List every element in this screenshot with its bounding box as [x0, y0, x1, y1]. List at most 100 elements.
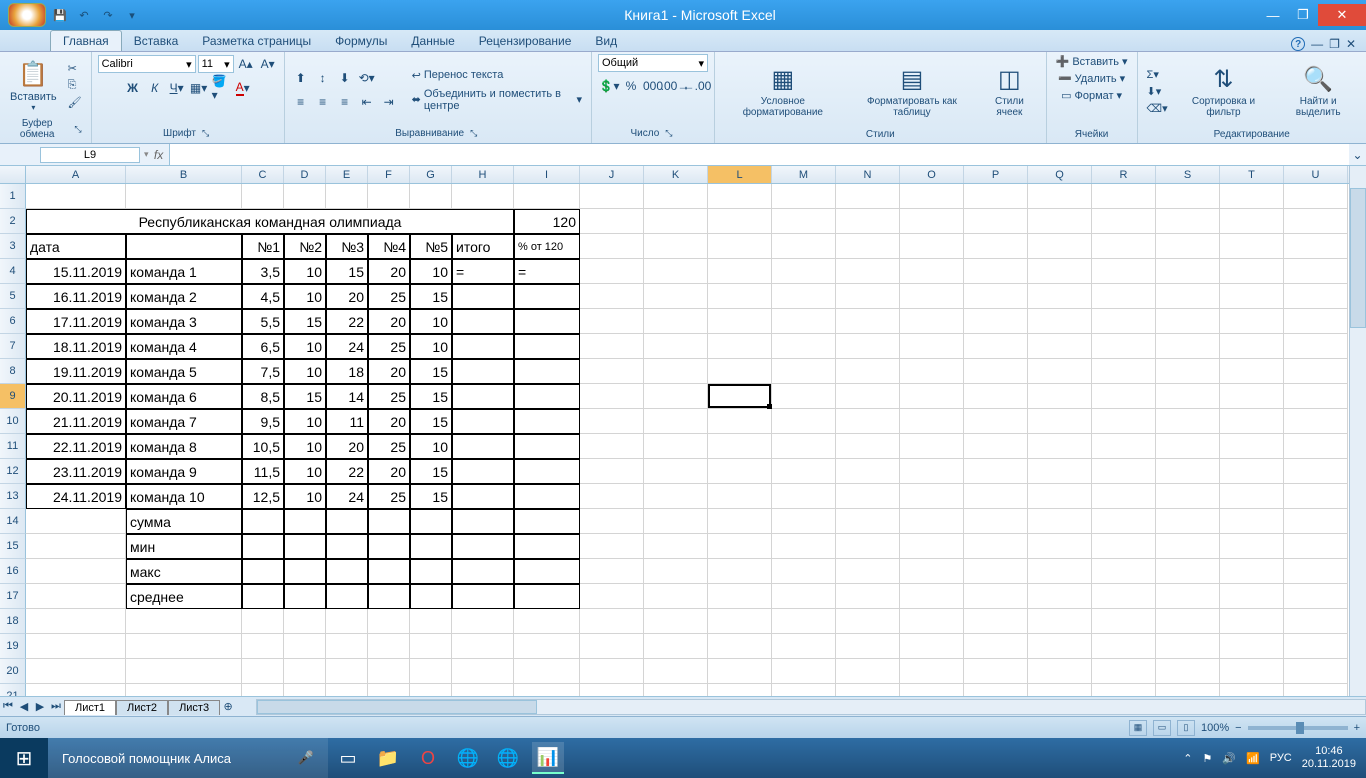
zoom-slider[interactable]: [1248, 726, 1348, 730]
row-header-20[interactable]: 20: [0, 659, 26, 684]
cell-I7[interactable]: [514, 334, 580, 359]
opera-icon[interactable]: O: [412, 742, 444, 774]
cell-T19[interactable]: [1220, 634, 1284, 659]
cell-T20[interactable]: [1220, 659, 1284, 684]
cell-Q6[interactable]: [1028, 309, 1092, 334]
cell-A9[interactable]: 20.11.2019: [26, 384, 126, 409]
sheet-tab-2[interactable]: Лист2: [116, 700, 168, 715]
cell-S4[interactable]: [1156, 259, 1220, 284]
cell-R16[interactable]: [1092, 559, 1156, 584]
cell-R13[interactable]: [1092, 484, 1156, 509]
zoom-in-button[interactable]: +: [1354, 722, 1360, 734]
cell-M19[interactable]: [772, 634, 836, 659]
cell-P6[interactable]: [964, 309, 1028, 334]
cell-T4[interactable]: [1220, 259, 1284, 284]
align-left-button[interactable]: ≡: [291, 92, 311, 112]
cell-A21[interactable]: [26, 684, 126, 696]
expand-formula-bar[interactable]: ⌄: [1349, 148, 1366, 162]
redo-icon[interactable]: ↷: [98, 5, 118, 25]
cell-D14[interactable]: [284, 509, 326, 534]
cell-F19[interactable]: [368, 634, 410, 659]
cell-I1[interactable]: [514, 184, 580, 209]
horizontal-scrollbar[interactable]: [256, 699, 1366, 715]
cell-T8[interactable]: [1220, 359, 1284, 384]
cell-C19[interactable]: [242, 634, 284, 659]
close-button[interactable]: ✕: [1318, 4, 1366, 26]
row-header-13[interactable]: 13: [0, 484, 26, 509]
cell-L10[interactable]: [708, 409, 772, 434]
cell-D1[interactable]: [284, 184, 326, 209]
cell-G7[interactable]: 10: [410, 334, 452, 359]
cell-J2[interactable]: [580, 209, 644, 234]
tab-home[interactable]: Главная: [50, 30, 122, 51]
cell-P10[interactable]: [964, 409, 1028, 434]
format-painter-button[interactable]: 🖌: [65, 95, 85, 110]
cell-T18[interactable]: [1220, 609, 1284, 634]
cell-U6[interactable]: [1284, 309, 1348, 334]
cell-O19[interactable]: [900, 634, 964, 659]
cell-L6[interactable]: [708, 309, 772, 334]
cell-P15[interactable]: [964, 534, 1028, 559]
cell-O12[interactable]: [900, 459, 964, 484]
cell-O6[interactable]: [900, 309, 964, 334]
row-header-12[interactable]: 12: [0, 459, 26, 484]
cell-R9[interactable]: [1092, 384, 1156, 409]
cell-T12[interactable]: [1220, 459, 1284, 484]
cell-P19[interactable]: [964, 634, 1028, 659]
cell-J17[interactable]: [580, 584, 644, 609]
cell-U21[interactable]: [1284, 684, 1348, 696]
cell-R17[interactable]: [1092, 584, 1156, 609]
cell-T15[interactable]: [1220, 534, 1284, 559]
cell-E9[interactable]: 14: [326, 384, 368, 409]
cell-K15[interactable]: [644, 534, 708, 559]
column-header-M[interactable]: M: [772, 166, 836, 183]
row-header-6[interactable]: 6: [0, 309, 26, 334]
cell-K18[interactable]: [644, 609, 708, 634]
cell-O21[interactable]: [900, 684, 964, 696]
cell-B10[interactable]: команда 7: [126, 409, 242, 434]
cell-L4[interactable]: [708, 259, 772, 284]
cell-B4[interactable]: команда 1: [126, 259, 242, 284]
cell-N6[interactable]: [836, 309, 900, 334]
cell-H1[interactable]: [452, 184, 514, 209]
cell-D15[interactable]: [284, 534, 326, 559]
cell-Q13[interactable]: [1028, 484, 1092, 509]
tray-network-icon[interactable]: 📶: [1246, 752, 1260, 765]
cell-L7[interactable]: [708, 334, 772, 359]
excel-taskbar-icon[interactable]: 📊: [532, 742, 564, 774]
row-header-19[interactable]: 19: [0, 634, 26, 659]
cell-Q8[interactable]: [1028, 359, 1092, 384]
cell-U11[interactable]: [1284, 434, 1348, 459]
cell-D7[interactable]: 10: [284, 334, 326, 359]
cell-N18[interactable]: [836, 609, 900, 634]
cell-K4[interactable]: [644, 259, 708, 284]
cell-E8[interactable]: 18: [326, 359, 368, 384]
delete-cells-button[interactable]: ➖Удалить▾: [1055, 71, 1128, 86]
cell-P2[interactable]: [964, 209, 1028, 234]
cell-H8[interactable]: [452, 359, 514, 384]
cell-K16[interactable]: [644, 559, 708, 584]
cell-E20[interactable]: [326, 659, 368, 684]
cell-I21[interactable]: [514, 684, 580, 696]
cell-D19[interactable]: [284, 634, 326, 659]
cell-Q7[interactable]: [1028, 334, 1092, 359]
cell-T2[interactable]: [1220, 209, 1284, 234]
cell-M2[interactable]: [772, 209, 836, 234]
cell-S20[interactable]: [1156, 659, 1220, 684]
cell-A13[interactable]: 24.11.2019: [26, 484, 126, 509]
cell-S15[interactable]: [1156, 534, 1220, 559]
cell-E5[interactable]: 20: [326, 284, 368, 309]
cell-G19[interactable]: [410, 634, 452, 659]
column-header-F[interactable]: F: [368, 166, 410, 183]
cell-P17[interactable]: [964, 584, 1028, 609]
cell-O5[interactable]: [900, 284, 964, 309]
cell-S17[interactable]: [1156, 584, 1220, 609]
cell-U14[interactable]: [1284, 509, 1348, 534]
align-center-button[interactable]: ≡: [313, 92, 333, 112]
cell-T14[interactable]: [1220, 509, 1284, 534]
cell-B8[interactable]: команда 5: [126, 359, 242, 384]
cell-K11[interactable]: [644, 434, 708, 459]
cell-H21[interactable]: [452, 684, 514, 696]
row-header-10[interactable]: 10: [0, 409, 26, 434]
cell-G15[interactable]: [410, 534, 452, 559]
